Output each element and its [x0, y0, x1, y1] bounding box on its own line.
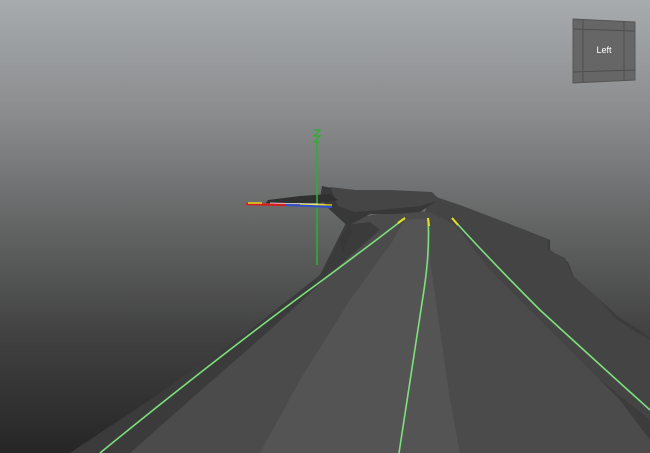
- curve-center-tip: [427, 217, 430, 227]
- manipulator-x-axis[interactable]: [245, 202, 286, 207]
- scene-canvas[interactable]: [0, 0, 650, 453]
- view-cube[interactable]: Left: [572, 18, 636, 84]
- view-cube-face[interactable]: [572, 18, 636, 84]
- 3d-viewport[interactable]: Left: [0, 0, 650, 453]
- ramp-mesh[interactable]: [70, 186, 650, 453]
